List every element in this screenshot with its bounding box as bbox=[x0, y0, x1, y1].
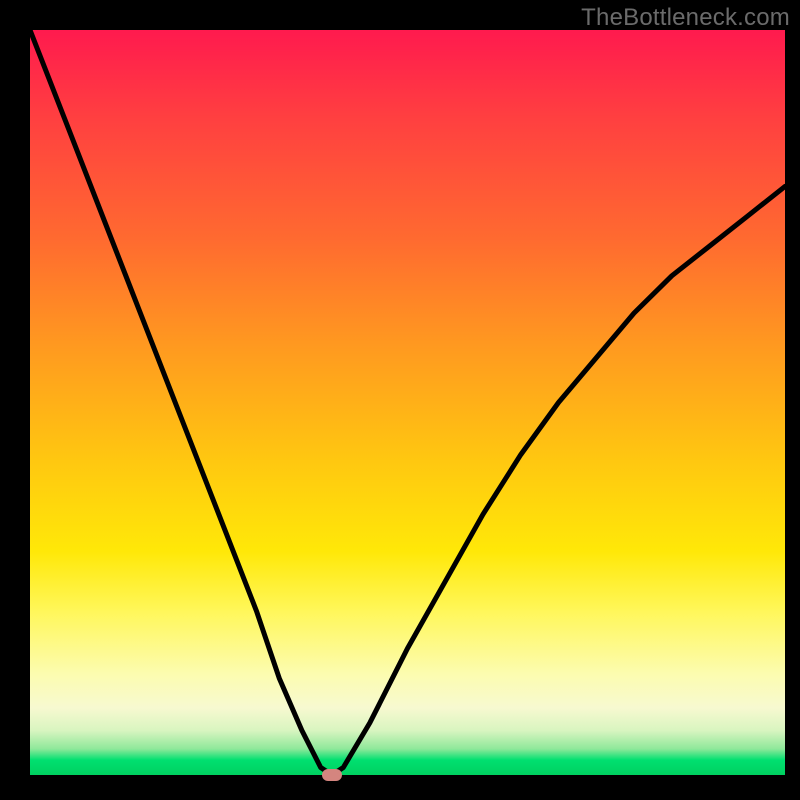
plot-area bbox=[30, 30, 785, 775]
watermark-text: TheBottleneck.com bbox=[581, 4, 790, 32]
bottleneck-curve bbox=[30, 30, 785, 775]
chart-stage: TheBottleneck.com bbox=[0, 0, 800, 800]
curve-path bbox=[30, 30, 785, 775]
optimal-point-marker bbox=[322, 769, 342, 781]
